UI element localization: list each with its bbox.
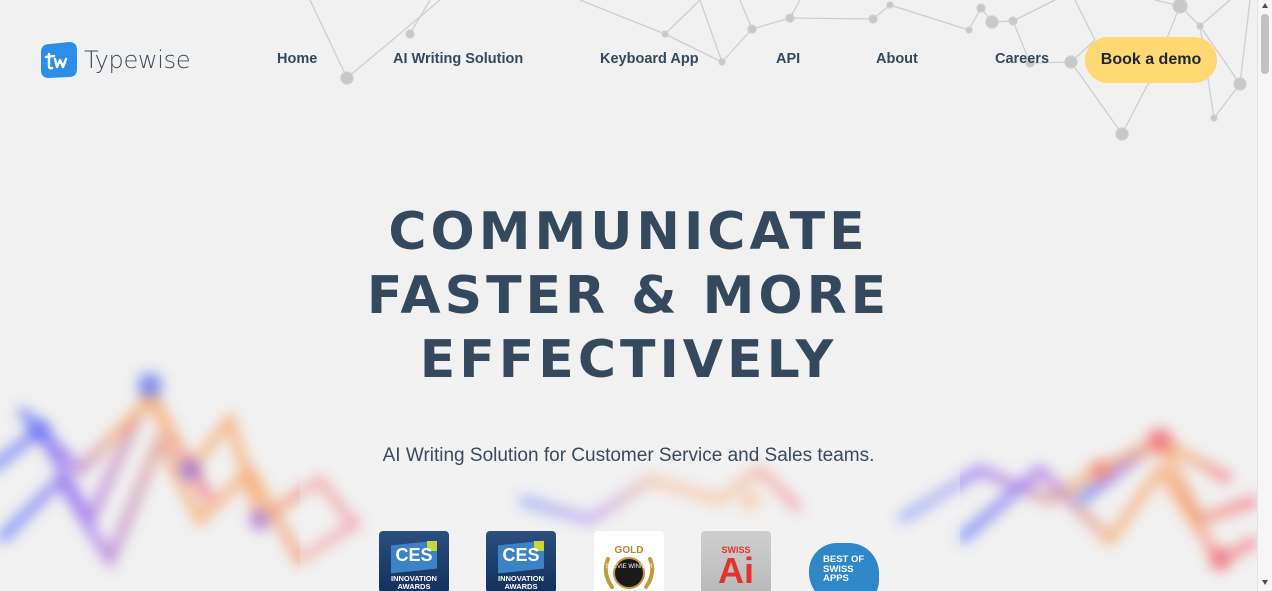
swiss-ai-award-badge: SWISS Ai <box>701 531 771 591</box>
awards-row: CES INNOVATION AWARDS CES INNOVATION AWA… <box>0 531 1257 591</box>
stevie-seal <box>613 557 645 589</box>
hero-subtitle: AI Writing Solution for Customer Service… <box>382 445 875 466</box>
stevie-award-badge: GOLD STEVIE WINNER <box>594 531 664 591</box>
bosa-caption: BEST OF SWISS APPS <box>823 554 865 584</box>
ces-caption: INNOVATION AWARDS <box>498 574 544 591</box>
hero-title-line: COMMUNICATE <box>388 202 869 262</box>
book-demo-button[interactable]: Book a demo <box>1085 37 1217 83</box>
hero-title: COMMUNICATE FASTER & MORE EFFECTIVELY <box>0 200 1257 392</box>
site-header: Typewise Home AI Writing Solution Keyboa… <box>0 0 1257 120</box>
best-of-swiss-apps-badge: BEST OF SWISS APPS <box>809 531 879 591</box>
typewise-logo-icon <box>41 42 77 78</box>
logo[interactable]: Typewise <box>40 41 191 79</box>
ces-caption: INNOVATION AWARDS <box>391 574 437 591</box>
ces-logo-text: CES <box>395 545 433 565</box>
nav-careers[interactable]: Careers <box>995 51 1049 67</box>
page: Typewise Home AI Writing Solution Keyboa… <box>0 0 1257 591</box>
nav-home[interactable]: Home <box>277 51 317 67</box>
nav-about[interactable]: About <box>876 51 918 67</box>
ces-award-badge: CES INNOVATION AWARDS <box>379 531 449 591</box>
nav-ai-writing-solution[interactable]: AI Writing Solution <box>393 51 523 67</box>
scroll-down-arrow-icon[interactable] <box>1262 580 1268 585</box>
scroll-thumb[interactable] <box>1261 14 1269 74</box>
vertical-scrollbar[interactable] <box>1257 0 1272 591</box>
nav-api[interactable]: API <box>776 51 800 67</box>
brand-name: Typewise <box>84 46 191 74</box>
hero-title-line: EFFECTIVELY <box>419 330 838 390</box>
nav-keyboard-app[interactable]: Keyboard App <box>600 51 699 67</box>
stevie-caption: STEVIE WINNER <box>605 564 653 570</box>
ces-logo-text: CES <box>502 545 540 565</box>
scroll-up-arrow-icon[interactable] <box>1262 3 1268 8</box>
hero-title-line: FASTER & MORE <box>366 266 891 326</box>
ces-award-badge: CES INNOVATION AWARDS <box>486 531 556 591</box>
ai-label: Ai <box>718 550 754 591</box>
